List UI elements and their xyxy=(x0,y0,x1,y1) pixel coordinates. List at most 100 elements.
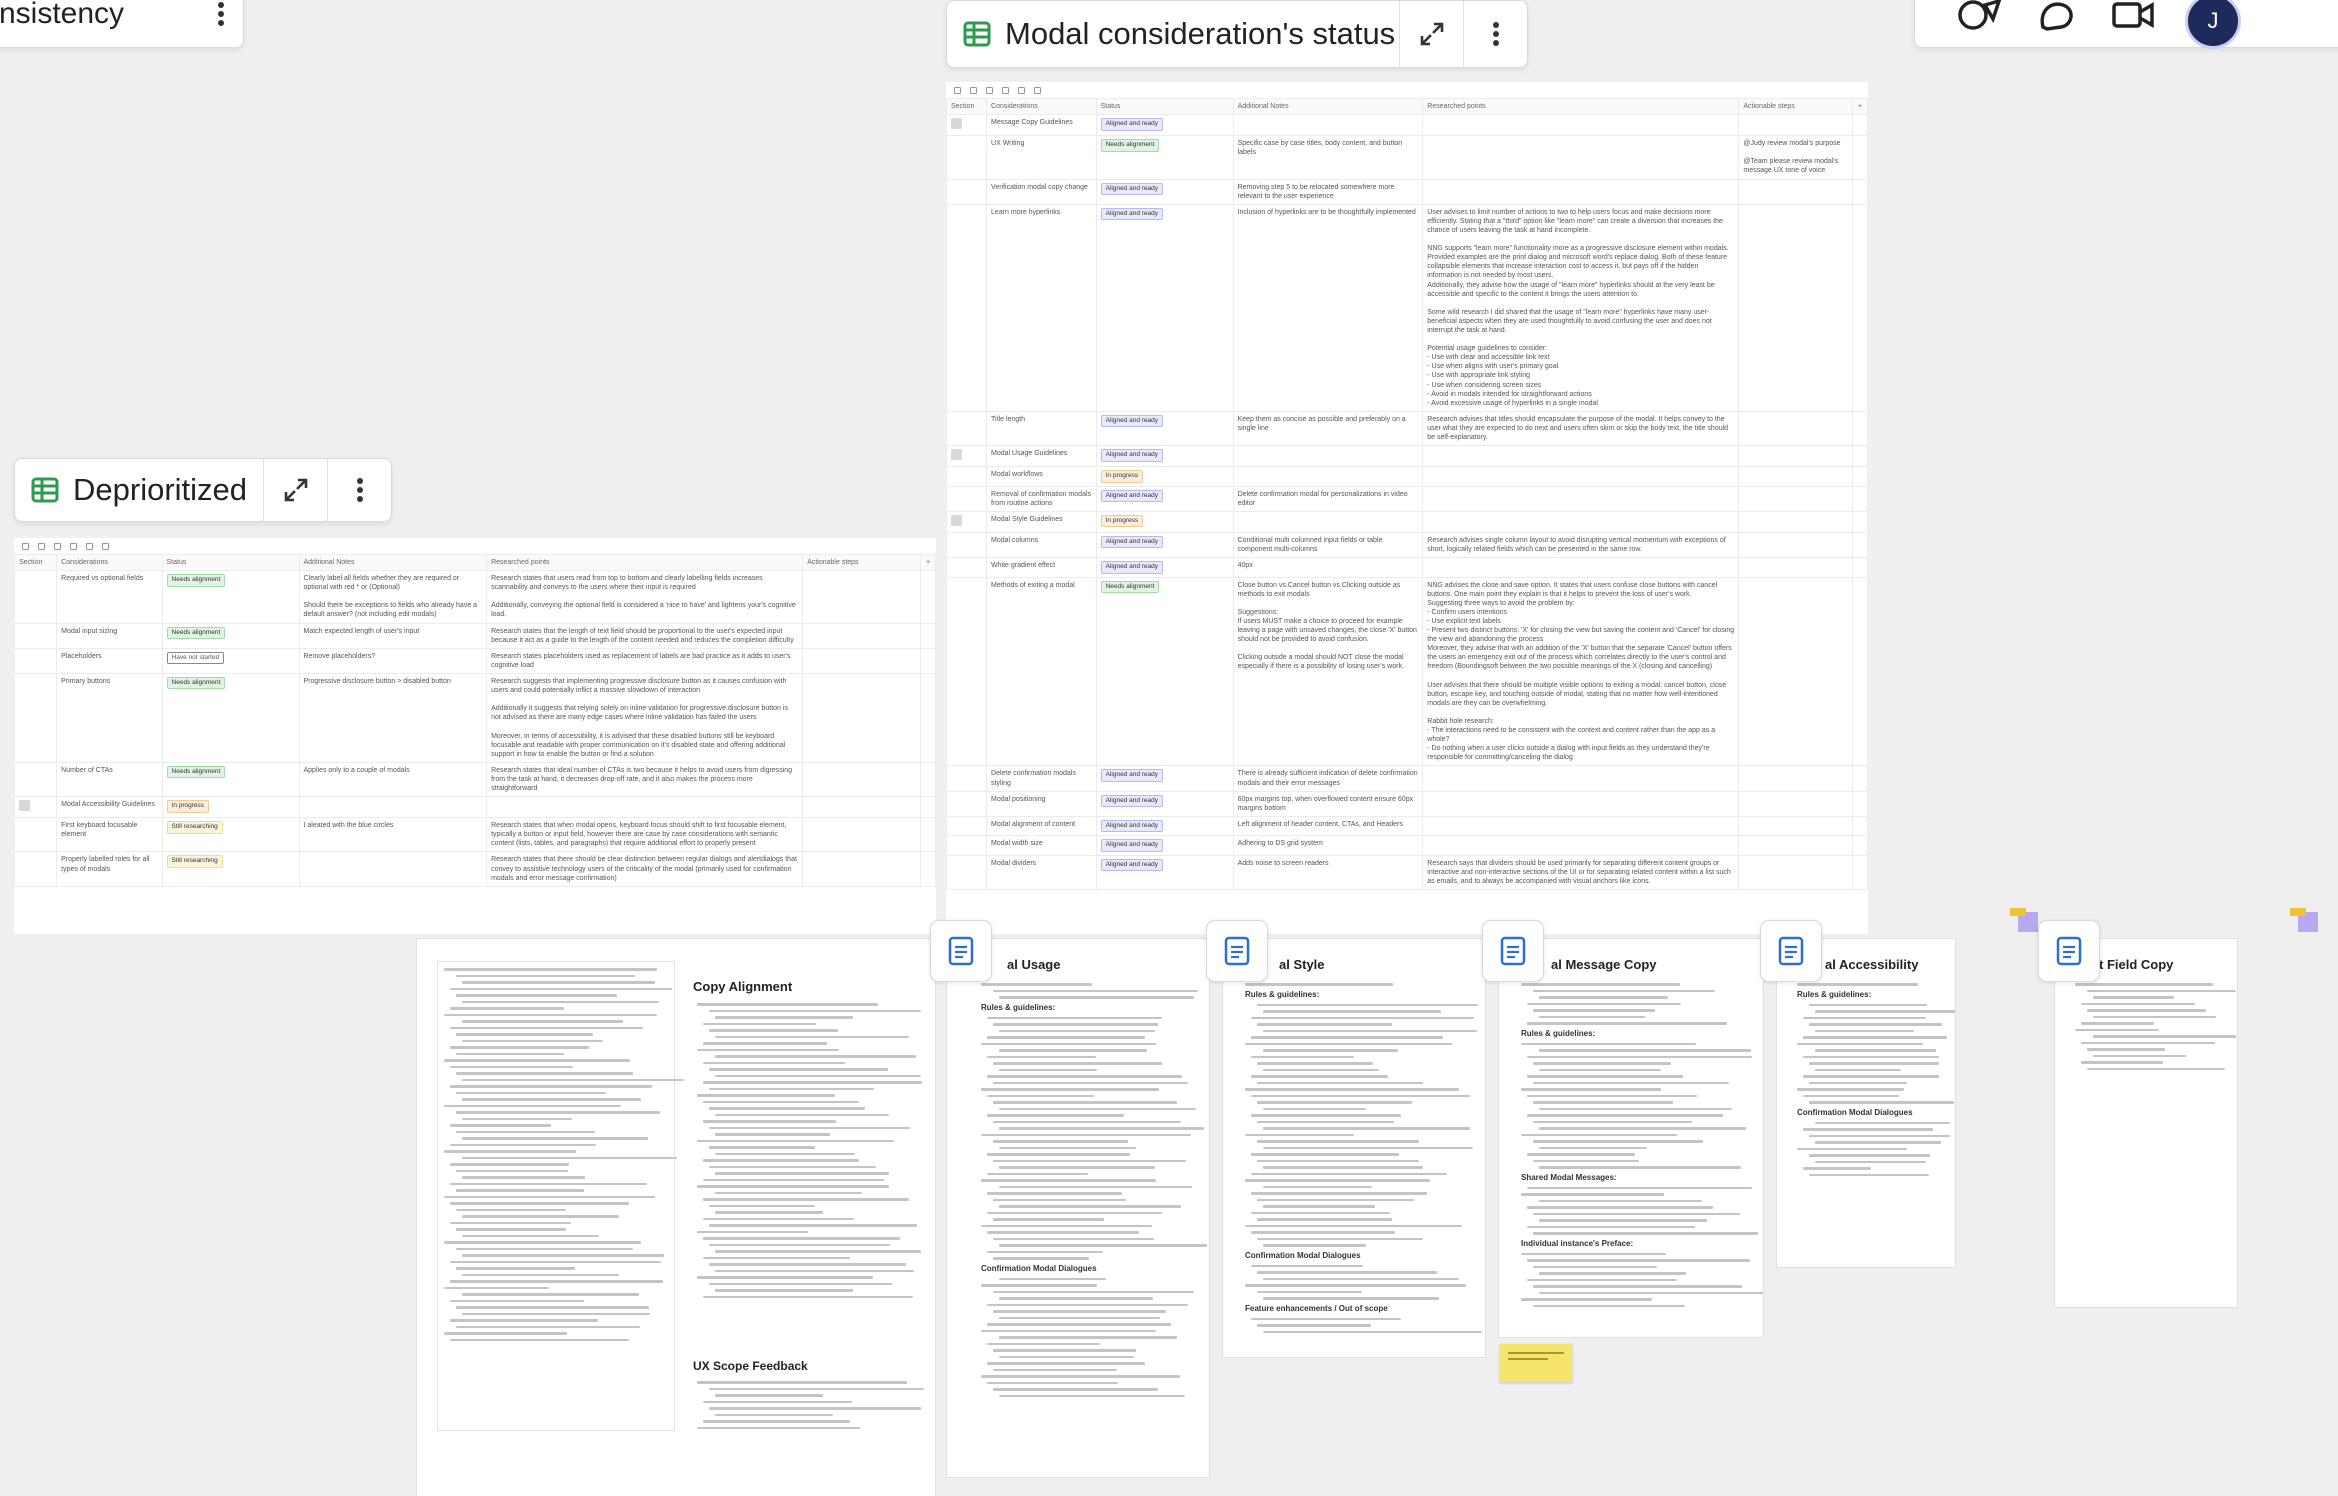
section-cell[interactable] xyxy=(14,622,58,649)
status-badge[interactable]: Aligned and ready xyxy=(1100,794,1164,808)
status-cell[interactable]: In progress xyxy=(161,796,300,819)
status-cell[interactable]: Aligned and ready xyxy=(1095,854,1234,890)
table-row[interactable]: Properly labelled roles for all types of… xyxy=(14,851,936,887)
notes-cell[interactable]: There is already sufficient indication o… xyxy=(1232,765,1424,792)
consideration-cell[interactable]: Removal of confirmation modals from rout… xyxy=(986,485,1097,512)
section-cell[interactable] xyxy=(946,835,988,856)
consideration-cell[interactable]: Verification modal copy change xyxy=(986,178,1097,205)
frame-header-modal-status[interactable]: Modal consideration's status xyxy=(946,0,1528,68)
table-row[interactable]: Modal alignment of content Aligned and re… xyxy=(946,815,1868,837)
status-badge[interactable]: Needs alignment xyxy=(166,574,226,587)
sticky-note[interactable] xyxy=(1500,1344,1572,1382)
research-cell[interactable] xyxy=(1422,557,1740,578)
notes-cell[interactable] xyxy=(298,851,488,887)
consideration-cell[interactable]: First keyboard focusable element xyxy=(56,817,163,853)
notes-cell[interactable] xyxy=(1232,114,1424,137)
consideration-cell[interactable]: Title length xyxy=(986,410,1097,447)
consideration-cell[interactable]: Modal Accessibility Guidelines xyxy=(56,796,163,819)
input-field-copy-document[interactable]: t Field Copy xyxy=(2054,938,2238,1308)
table-row[interactable]: Verification modal copy change Aligned an… xyxy=(946,178,1868,205)
research-cell[interactable] xyxy=(1422,510,1740,533)
actions-cell[interactable] xyxy=(802,570,922,624)
table-row[interactable]: White gradient effect Aligned and ready 40… xyxy=(946,557,1868,578)
notes-cell[interactable]: Conditional multi columned input fields … xyxy=(1232,531,1424,559)
status-cell[interactable]: Aligned and ready xyxy=(1095,557,1234,578)
actions-cell[interactable] xyxy=(802,796,922,819)
table-row[interactable]: Delete confirmation modals styling Aligne… xyxy=(946,765,1868,792)
research-cell[interactable] xyxy=(1422,815,1740,837)
column-header[interactable]: Additional Notes xyxy=(1232,97,1424,116)
research-cell[interactable]: Research states that there should be cle… xyxy=(486,851,804,887)
notes-cell[interactable] xyxy=(1232,510,1424,533)
status-cell[interactable]: Still researching xyxy=(161,817,300,853)
timer-icon[interactable] xyxy=(1955,0,2003,31)
document-icon[interactable] xyxy=(2038,920,2100,982)
consideration-cell[interactable]: Number of CTAs xyxy=(56,761,163,798)
table-row[interactable]: Required vs optional fields Needs alignme… xyxy=(14,570,936,624)
document-icon[interactable] xyxy=(1206,920,1268,982)
status-cell[interactable]: Needs alignment xyxy=(161,672,300,763)
actions-cell[interactable] xyxy=(1738,765,1854,792)
actions-cell[interactable] xyxy=(802,647,922,674)
document-icon[interactable] xyxy=(1760,920,1822,982)
status-cell[interactable]: Needs alignment xyxy=(1095,135,1234,180)
section-cell[interactable] xyxy=(946,178,988,205)
actions-cell[interactable] xyxy=(802,761,922,798)
research-cell[interactable]: User advises to limit number of actions … xyxy=(1422,203,1740,412)
status-badge[interactable]: Needs alignment xyxy=(166,676,226,690)
section-cell[interactable] xyxy=(14,817,58,853)
status-badge[interactable]: Aligned and ready xyxy=(1100,561,1164,574)
column-header[interactable]: Researched points xyxy=(486,553,804,572)
status-cell[interactable]: Needs alignment xyxy=(161,622,300,649)
section-cell[interactable] xyxy=(14,796,58,819)
column-header[interactable]: Actionable steps xyxy=(802,553,922,572)
research-cell[interactable] xyxy=(486,796,804,819)
status-badge[interactable]: Aligned and ready xyxy=(1100,769,1164,782)
actions-cell[interactable]: @Judy review modal's purpose @Team pleas… xyxy=(1738,135,1854,180)
section-cell[interactable] xyxy=(14,570,58,624)
section-cell[interactable] xyxy=(946,466,988,487)
avatar[interactable]: J xyxy=(2185,0,2241,49)
notes-cell[interactable]: Removing step 5 to be relocated somewher… xyxy=(1232,178,1424,205)
add-column-button[interactable]: + xyxy=(1852,97,1868,116)
status-cell[interactable]: Aligned and ready xyxy=(1095,835,1234,856)
modal-usage-document[interactable]: al Usage Rules & guidelines: Confirmation… xyxy=(946,938,1210,1478)
research-cell[interactable]: Research advises single column layout to… xyxy=(1422,531,1740,559)
section-cell[interactable] xyxy=(946,135,988,180)
section-cell[interactable] xyxy=(14,761,58,798)
research-cell[interactable]: Research states that ideal number of CTA… xyxy=(486,761,804,798)
status-badge[interactable]: Needs alignment xyxy=(1100,139,1160,152)
notes-cell[interactable]: Progressive disclosure button > disabled… xyxy=(298,672,488,763)
research-cell[interactable] xyxy=(1422,178,1740,205)
research-cell[interactable] xyxy=(1422,790,1740,817)
status-badge[interactable]: Aligned and ready xyxy=(1100,182,1164,195)
status-cell[interactable]: Aligned and ready xyxy=(1095,445,1234,468)
actions-cell[interactable] xyxy=(1738,790,1854,817)
notes-cell[interactable]: 40px xyxy=(1232,557,1424,578)
actions-cell[interactable] xyxy=(1738,485,1854,512)
modal-message-copy-document[interactable]: al Message Copy Rules & guidelines: Share… xyxy=(1498,938,1764,1338)
notes-cell[interactable]: Remove placeholders? xyxy=(298,647,488,674)
status-cell[interactable]: Still researching xyxy=(161,851,300,887)
actions-cell[interactable] xyxy=(1738,410,1854,447)
notes-cell[interactable]: Left alignment of header content, CTAs, … xyxy=(1232,815,1424,837)
modal-style-document[interactable]: al Style Rules & guidelines: Confirmation… xyxy=(1222,938,1486,1358)
more-vertical-icon[interactable] xyxy=(1463,1,1527,67)
status-badge[interactable]: Aligned and ready xyxy=(1100,414,1164,428)
research-cell[interactable] xyxy=(1422,765,1740,792)
consideration-cell[interactable]: Modal Usage Guidelines xyxy=(986,445,1097,468)
actions-cell[interactable] xyxy=(1738,203,1854,412)
section-cell[interactable] xyxy=(14,672,58,763)
actions-cell[interactable] xyxy=(1738,815,1854,837)
status-cell[interactable]: In progress xyxy=(1095,510,1234,533)
actions-cell[interactable] xyxy=(802,817,922,853)
consideration-cell[interactable]: Methods of exiting a modal xyxy=(986,576,1097,767)
status-badge[interactable]: In progress xyxy=(1100,470,1144,483)
notes-cell[interactable]: Inclusion of hyperlinks are to be though… xyxy=(1232,203,1424,412)
actions-cell[interactable] xyxy=(1738,576,1854,767)
status-badge[interactable]: Needs alignment xyxy=(166,626,226,639)
document-icon[interactable] xyxy=(930,920,992,982)
column-header[interactable]: Status xyxy=(1095,97,1234,116)
section-cell[interactable] xyxy=(946,410,988,447)
research-cell[interactable] xyxy=(1422,835,1740,856)
